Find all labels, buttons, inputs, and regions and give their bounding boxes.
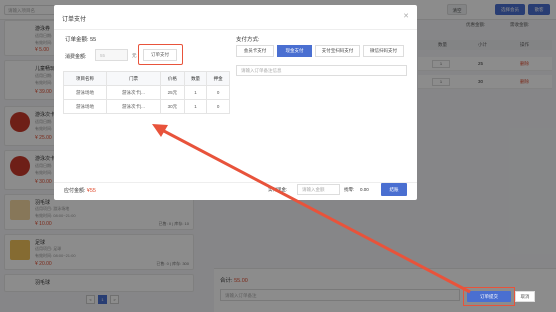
order-note-input[interactable]: 请输入订单备注信息: [236, 65, 407, 76]
pay-wechat-button[interactable]: 微信扫码支付: [363, 45, 404, 57]
cell: 1: [183, 85, 208, 100]
order-amount-label: 订单金额:: [65, 37, 89, 43]
payable-value: ¥55: [86, 188, 96, 194]
col-ticket: 门票: [105, 71, 162, 86]
pay-cash-button[interactable]: 现金支付: [277, 45, 312, 57]
cash-amount-input[interactable]: 请输入金额: [297, 184, 340, 195]
cell: 0: [206, 85, 230, 100]
cell: 25元: [160, 85, 185, 100]
payment-modal: 订单支付 ✕ 订单金额: 55 消费金额: 55 元 订单支付 项目名称 门票 …: [54, 5, 417, 200]
cell: 游泳次卡|...: [105, 99, 162, 114]
pay-member-card-button[interactable]: 会员卡支付: [236, 45, 274, 57]
cell: 1: [183, 99, 208, 114]
cell: 30元: [160, 99, 185, 114]
cash-label: 实付现金:: [268, 187, 288, 192]
cell: 游泳次卡|...: [105, 85, 162, 100]
table-header-row: 项目名称 门票 价格 数量 押金: [63, 71, 230, 86]
col-price: 价格: [160, 71, 185, 86]
cell: 0: [206, 99, 230, 114]
close-icon[interactable]: ✕: [403, 12, 409, 20]
divider: [54, 29, 417, 30]
pay-method-label: 支付方式:: [236, 37, 260, 43]
highlight-box-order-pay: [138, 44, 183, 65]
col-qty: 数量: [183, 71, 208, 86]
col-project: 项目名称: [63, 71, 107, 86]
change-value: 0.00: [360, 187, 369, 192]
yuan-unit: 元: [132, 53, 137, 58]
col-deposit: 押金: [206, 71, 230, 86]
consume-amount-input[interactable]: 55: [95, 49, 128, 61]
highlight-box-submit: [463, 287, 515, 306]
modal-title: 订单支付: [62, 17, 87, 23]
order-amount-value: 55: [90, 37, 97, 43]
table-row: 游泳场地 游泳次卡|... 30元 1 0: [63, 99, 230, 114]
cell: 游泳场地: [63, 85, 107, 100]
table-row: 游泳场地 游泳次卡|... 25元 1 0: [63, 85, 230, 100]
checkout-button[interactable]: 结账: [381, 183, 407, 196]
cell: 游泳场地: [63, 99, 107, 114]
payable-amount: 应付金额: ¥55: [64, 187, 96, 194]
payable-label: 应付金额:: [64, 188, 86, 194]
divider: [54, 182, 417, 183]
order-items-table: 项目名称 门票 价格 数量 押金 游泳场地 游泳次卡|... 25元 1 0 游…: [63, 71, 230, 114]
change-label: 找零:: [344, 187, 355, 192]
cancel-order-button[interactable]: 取消: [515, 291, 535, 302]
pay-alipay-button[interactable]: 支付宝扫码支付: [315, 45, 360, 57]
consume-label: 消费金额:: [65, 54, 87, 60]
order-amount: 订单金额: 55: [65, 35, 96, 43]
